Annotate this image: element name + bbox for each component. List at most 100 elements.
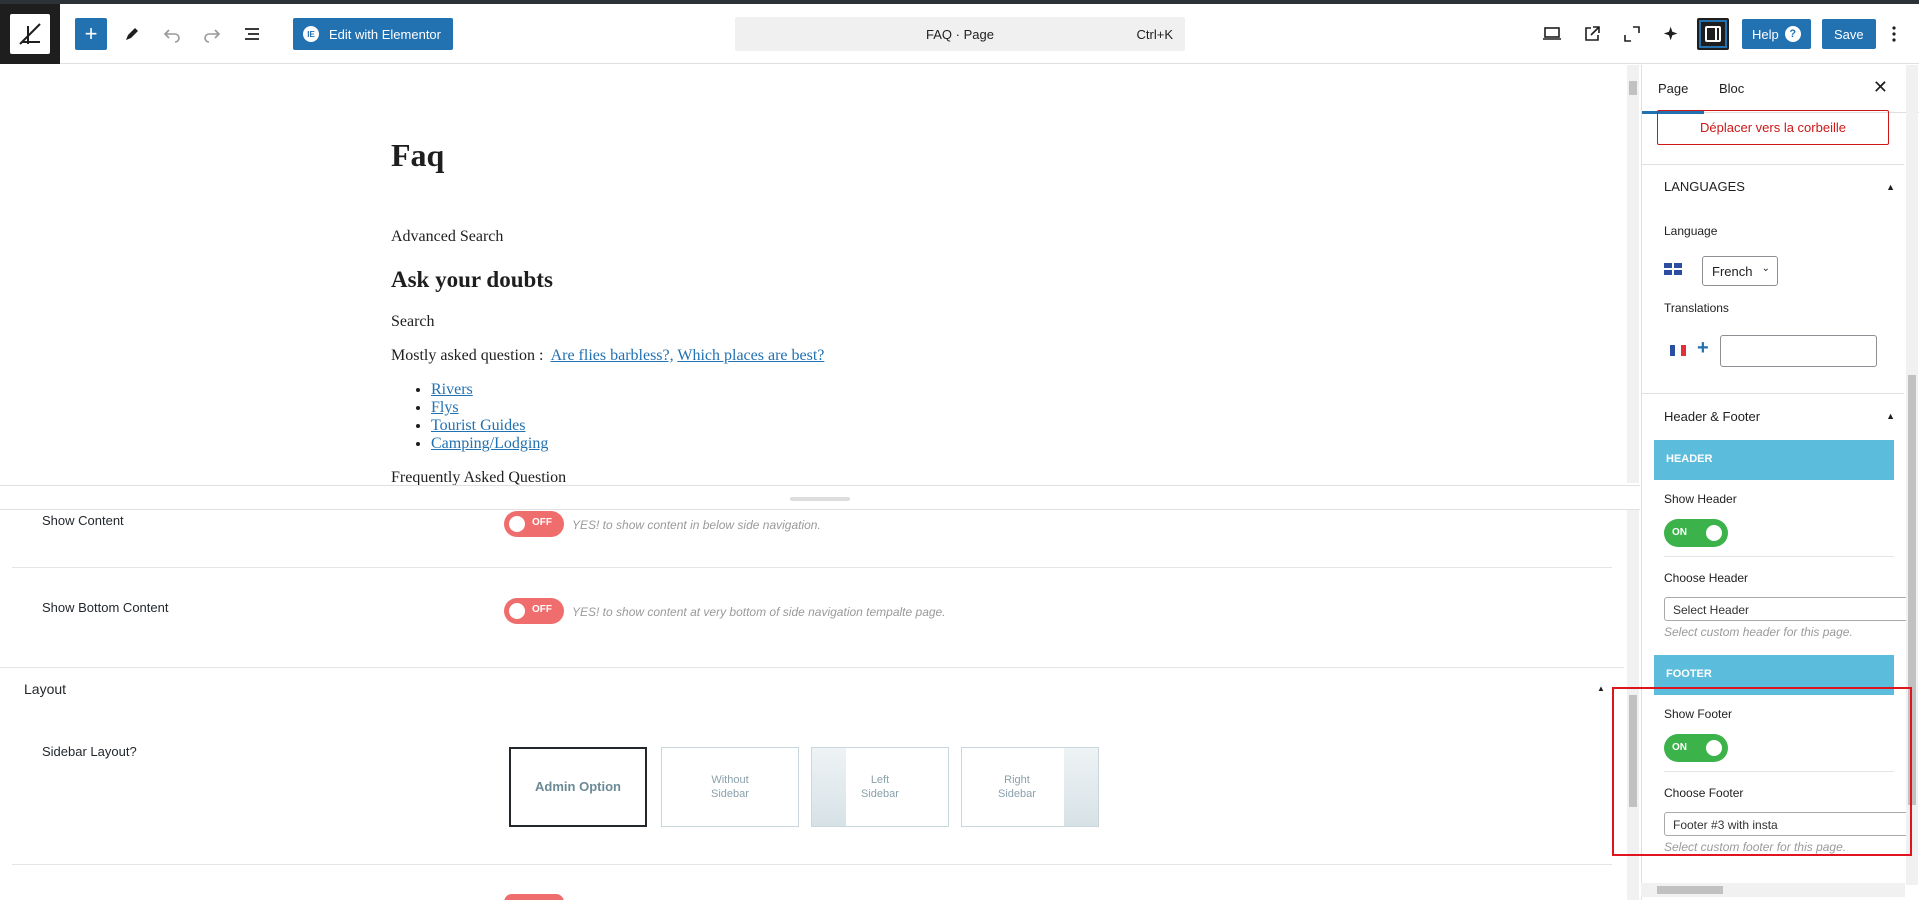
layout-option-admin[interactable]: Admin Option [509,747,647,827]
translation-input[interactable] [1720,335,1877,367]
choose-header-select[interactable]: Select Header [1664,597,1914,621]
show-bottom-content-label: Show Bottom Content [42,600,169,615]
category-link[interactable]: Camping/Lodging [431,435,548,452]
command-title: FAQ · Page [926,27,994,42]
collapse-caret-icon[interactable]: ▲ [1597,684,1605,693]
editor-canvas: Faq Advanced Search Ask your doubts Sear… [0,65,1640,486]
preview-device-button[interactable] [1536,18,1568,50]
document-overview-button[interactable] [236,18,268,50]
ai-sparkle-icon [1663,26,1678,41]
show-header-label: Show Header [1664,492,1737,506]
command-shortcut: Ctrl+K [1136,27,1173,42]
collapse-caret-icon[interactable]: ▲ [1886,182,1895,192]
toggle-state: ON [1672,527,1687,538]
chevron-down-icon: ⌄ [1761,263,1770,274]
divider [12,864,1612,865]
section-divider [0,667,1624,668]
layout-option-label: Without Sidebar [711,774,749,800]
choose-header-label: Choose Header [1664,571,1749,585]
site-logo[interactable] [0,4,60,64]
question-icon: ? [1784,26,1801,42]
help-button[interactable]: Help ? [1742,19,1811,49]
language-select[interactable]: French ⌄ [1702,256,1778,286]
show-content-label: Show Content [42,513,124,528]
move-to-trash-button[interactable]: Déplacer vers la corbeille [1657,110,1889,145]
category-link[interactable]: Tourist Guides [431,417,525,434]
page-title[interactable]: Faq [391,137,444,174]
command-palette-button[interactable]: FAQ · Page Ctrl+K [735,17,1185,51]
header-footer-section-title[interactable]: Header & Footer [1664,409,1760,424]
layout-option-label: Left Sidebar [861,774,899,800]
desktop-icon [1543,27,1561,40]
settings-sidebar-toggle[interactable] [1697,18,1729,50]
choose-header-help: Select custom header for this page. [1664,625,1853,639]
mostly-asked-line: Mostly asked question : Are flies barble… [391,347,824,365]
show-content-toggle[interactable]: OFF [504,511,564,537]
elementor-logo-icon: IE [303,26,319,42]
save-label: Save [1834,26,1864,42]
layout-section-title[interactable]: Layout [24,681,66,697]
show-bottom-content-description: YES! to show content at very bottom of s… [572,605,946,619]
close-panel-button[interactable]: ✕ [1873,77,1888,98]
languages-section-title[interactable]: LANGUAGES [1664,179,1745,194]
tab-page[interactable]: Page [1642,81,1705,114]
toggle-state: OFF [532,517,552,528]
advanced-search-text: Advanced Search [391,228,504,245]
add-block-button[interactable]: + [75,18,107,50]
toggle-knob [1706,525,1722,541]
ai-assistant-button[interactable] [1656,18,1688,50]
canvas-scrollbar[interactable] [1627,65,1639,483]
list-item: Camping/Lodging [431,435,548,453]
undo-icon [163,29,180,43]
tab-block[interactable]: Bloc [1719,81,1744,96]
translations-label: Translations [1664,301,1729,315]
toggle-knob [509,603,525,619]
category-list: Rivers Flys Tourist Guides Camping/Lodgi… [431,381,548,453]
partial-toggle[interactable] [504,894,564,900]
layout-option-left-sidebar[interactable]: Left Sidebar [811,747,949,827]
layout-option-without-sidebar[interactable]: Without Sidebar [661,747,799,827]
faq-link-barbless[interactable]: Are flies barbless?, [551,347,674,364]
fullscreen-button[interactable] [1616,18,1648,50]
drag-handle-icon [790,497,850,501]
toggle-state: OFF [532,604,552,615]
mostly-asked-prefix: Mostly asked question : [391,347,544,364]
fly-logo-icon [10,14,50,54]
layout-option-right-sidebar[interactable]: Right Sidebar [961,747,1099,827]
tools-button[interactable] [116,18,148,50]
panel-tabs: Page Bloc ✕ [1642,65,1919,114]
category-link[interactable]: Rivers [431,381,473,398]
toggle-knob [509,516,525,532]
undo-button[interactable] [156,18,188,50]
add-translation-icon[interactable]: + [1697,337,1709,360]
show-header-toggle[interactable]: ON [1664,519,1728,547]
language-label: Language [1664,224,1718,238]
collapse-caret-icon[interactable]: ▲ [1886,411,1895,421]
list-item: Rivers [431,381,548,399]
options-button[interactable] [1880,18,1908,50]
highlight-annotation-box [1612,687,1912,856]
redo-button[interactable] [196,18,228,50]
fullscreen-icon [1624,26,1640,42]
meta-boxes-resize-handle[interactable] [0,485,1640,510]
panel-horizontal-scrollbar[interactable] [1641,883,1905,897]
layout-option-label: Right Sidebar [998,774,1036,800]
more-icon [1892,26,1896,42]
show-bottom-content-toggle[interactable]: OFF [504,598,564,624]
redo-icon [204,29,221,43]
language-flag-icon [1664,263,1682,275]
view-page-button[interactable] [1576,18,1608,50]
edit-with-elementor-button[interactable]: IE Edit with Elementor [293,18,453,50]
plus-icon: + [84,21,98,46]
header-section-bar: HEADER [1654,440,1894,480]
french-flag-icon [1670,345,1686,356]
help-label: Help [1752,26,1779,42]
close-icon: ✕ [1872,77,1888,97]
pen-icon [126,28,138,40]
faq-link-places[interactable]: Which places are best? [677,347,824,364]
show-content-description: YES! to show content in below side navig… [572,518,821,532]
category-link[interactable]: Flys [431,399,459,416]
sidebar-layout-label: Sidebar Layout? [42,744,137,759]
save-button[interactable]: Save [1822,19,1876,49]
list-item: Flys [431,399,548,417]
